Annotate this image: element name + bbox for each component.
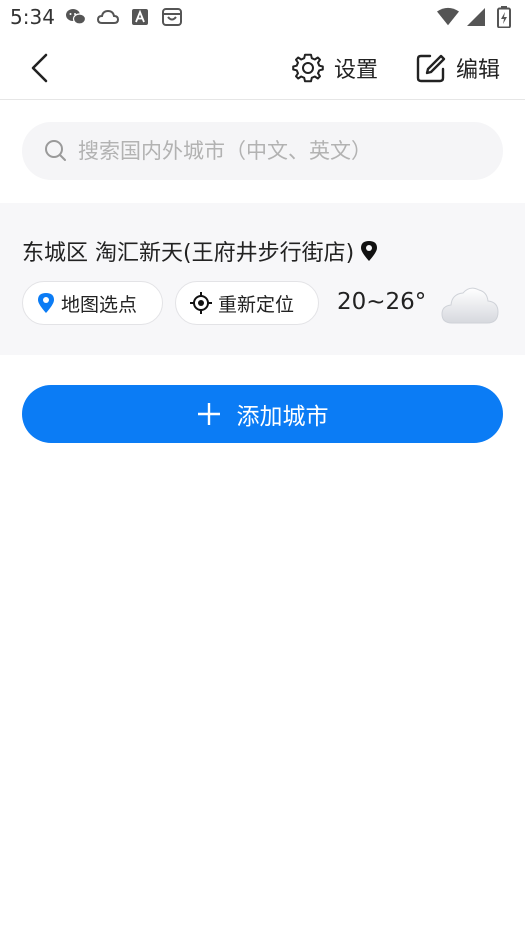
edit-label: 编辑: [456, 58, 501, 83]
edit-button[interactable]: 编辑: [416, 48, 500, 88]
location-pin-icon: [361, 241, 378, 261]
locate-target-icon: [190, 292, 212, 314]
search-icon: [45, 140, 66, 161]
status-time: 5:34: [10, 5, 55, 29]
edit-icon: [416, 54, 446, 83]
map-pin-icon: [38, 293, 54, 313]
location-name: 东城区 淘汇新天(王府井步行街店): [22, 241, 355, 266]
status-right: [437, 6, 515, 28]
chevron-left-icon: [31, 53, 48, 83]
back-button[interactable]: [20, 48, 60, 88]
wechat-icon: [65, 6, 87, 28]
add-city-label: 添加城市: [236, 404, 329, 430]
status-left: 5:34: [10, 5, 183, 29]
cloud-icon: [96, 6, 119, 28]
cloud-icon: [441, 287, 499, 324]
shop-bag-icon: [161, 6, 183, 28]
battery-charging-icon: [493, 6, 515, 28]
signal-icon: [465, 6, 487, 28]
map-pick-label: 地图选点: [61, 293, 138, 316]
add-city-button[interactable]: 添加城市: [22, 385, 503, 443]
a-box-icon: [129, 6, 151, 28]
settings-button[interactable]: 设置: [292, 48, 378, 88]
gear-icon: [292, 53, 324, 83]
city-search-box[interactable]: [22, 122, 503, 180]
location-title-row: 东城区 淘汇新天(王府井步行街店): [22, 235, 378, 267]
map-pick-button[interactable]: 地图选点: [22, 281, 163, 325]
status-bar: 5:34: [0, 0, 525, 34]
temperature-range: 20~26°: [337, 289, 427, 315]
city-search-input[interactable]: [76, 138, 480, 164]
settings-label: 设置: [334, 58, 379, 83]
relocate-button[interactable]: 重新定位: [175, 281, 319, 325]
plus-icon: [197, 403, 220, 425]
wifi-icon: [437, 6, 459, 28]
top-nav-bar: 设置 编辑: [0, 34, 525, 100]
relocate-label: 重新定位: [218, 293, 295, 316]
current-location-card[interactable]: 东城区 淘汇新天(王府井步行街店) 地图选点 重新定位 20~26°: [0, 203, 525, 355]
